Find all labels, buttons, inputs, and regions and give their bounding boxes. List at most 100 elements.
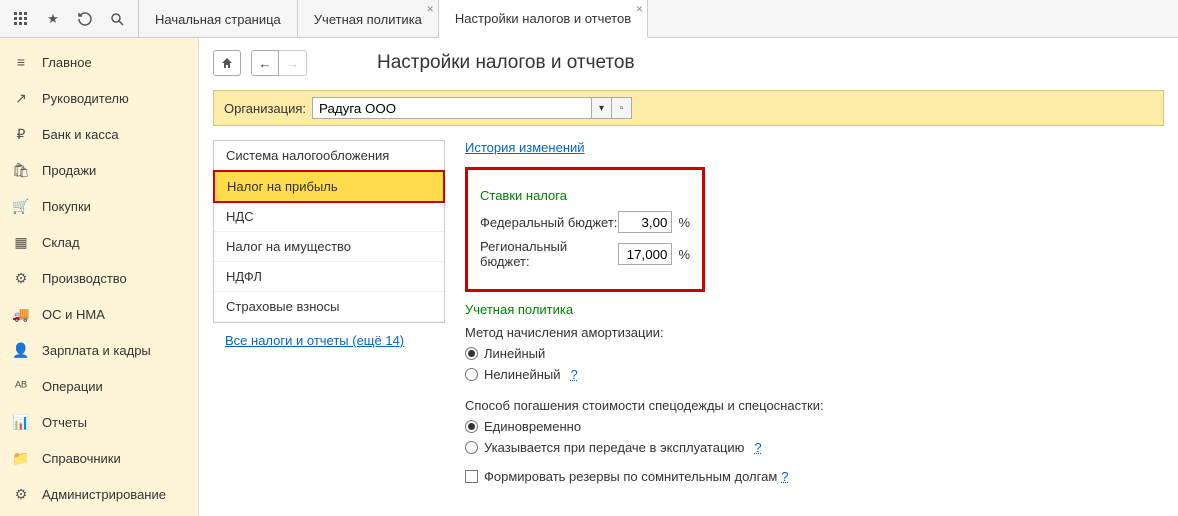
ops-icon: ᴬᴮ xyxy=(12,377,30,395)
top-bar: ★ Начальная страница Учетная политика ✕ Н… xyxy=(0,0,1178,38)
apps-icon[interactable] xyxy=(6,4,36,34)
percent-label: % xyxy=(678,247,690,262)
sidebar-item-label: Производство xyxy=(42,271,127,286)
org-select: ▾ ▫ xyxy=(312,97,632,119)
dropdown-button[interactable]: ▾ xyxy=(592,97,612,119)
tax-rates-box: Ставки налога Федеральный бюджет: % Реги… xyxy=(465,167,705,292)
radio-nonlinear[interactable] xyxy=(465,368,478,381)
tab-label: Настройки налогов и отчетов xyxy=(455,11,631,26)
nav-item-profit-tax[interactable]: Налог на прибыль xyxy=(213,170,445,203)
menu-icon: ≡ xyxy=(12,53,30,71)
report-icon: 📊 xyxy=(12,413,30,431)
radio-label: Указывается при передаче в эксплуатацию xyxy=(484,440,744,455)
sidebar: ≡Главное ↗Руководителю ₽ Банк и касса 🛍 Пр… xyxy=(0,38,199,516)
sidebar-item-label: Отчеты xyxy=(42,415,87,430)
help-icon[interactable]: ? xyxy=(754,440,761,455)
amort-label: Метод начисления амортизации: xyxy=(465,325,1164,340)
sidebar-item-operations[interactable]: ᴬᴮ Операции xyxy=(0,368,198,404)
grid-icon: ▦ xyxy=(12,233,30,251)
help-icon[interactable]: ? xyxy=(781,469,788,484)
help-icon[interactable]: ? xyxy=(571,367,578,382)
sidebar-item-label: Справочники xyxy=(42,451,121,466)
radio-linear[interactable] xyxy=(465,347,478,360)
percent-label: % xyxy=(678,215,690,230)
spec-transfer-row[interactable]: Указывается при передаче в эксплуатацию … xyxy=(465,440,1164,455)
sidebar-item-manager[interactable]: ↗Руководителю xyxy=(0,80,198,116)
sidebar-item-directories[interactable]: 📁 Справочники xyxy=(0,440,198,476)
sidebar-item-label: Операции xyxy=(42,379,103,394)
sidebar-item-purchases[interactable]: 🛒 Покупки xyxy=(0,188,198,224)
close-icon[interactable]: ✕ xyxy=(426,4,434,15)
radio-label: Единовременно xyxy=(484,419,581,434)
history-link[interactable]: История изменений xyxy=(465,140,585,155)
search-icon[interactable] xyxy=(102,4,132,34)
nav-item-ndfl[interactable]: НДФЛ xyxy=(214,262,444,292)
reserves-checkbox[interactable] xyxy=(465,470,478,483)
sidebar-item-reports[interactable]: 📊 Отчеты xyxy=(0,404,198,440)
all-taxes-link[interactable]: Все налоги и отчеты (ещё 14) xyxy=(213,323,445,358)
nav-menu-wrapper: Система налогообложения Налог на прибыль… xyxy=(213,140,445,484)
nav-item-vat[interactable]: НДС xyxy=(214,202,444,232)
sidebar-item-production[interactable]: ⚙Производство xyxy=(0,260,198,296)
federal-label: Федеральный бюджет: xyxy=(480,215,618,230)
bag-icon: 🛍 xyxy=(12,161,30,179)
forward-button[interactable]: → xyxy=(279,50,307,76)
sidebar-item-admin[interactable]: ⚙ Администрирование xyxy=(0,476,198,512)
checkbox-label: Формировать резервы по сомнительным долг… xyxy=(484,469,777,484)
regional-label: Региональный бюджет: xyxy=(480,239,618,269)
tab-tax-settings[interactable]: Настройки налогов и отчетов ✕ xyxy=(439,0,648,38)
sidebar-item-assets[interactable]: 🚚 ОС и НМА xyxy=(0,296,198,332)
top-toolbar: ★ xyxy=(0,0,139,37)
open-button[interactable]: ▫ xyxy=(612,97,632,119)
sidebar-item-sales[interactable]: 🛍 Продажи xyxy=(0,152,198,188)
gear-icon: ⚙ xyxy=(12,485,30,503)
tab-label: Учетная политика xyxy=(314,12,422,27)
sidebar-item-label: Руководителю xyxy=(42,91,129,106)
sidebar-item-label: Склад xyxy=(42,235,80,250)
amort-nonlinear-row[interactable]: Нелинейный ? xyxy=(465,367,1164,382)
federal-rate-row: Федеральный бюджет: % xyxy=(480,211,690,233)
main-layout: ≡Главное ↗Руководителю ₽ Банк и касса 🛍 Пр… xyxy=(0,38,1178,516)
tab-home[interactable]: Начальная страница xyxy=(139,0,298,38)
spec-once-row[interactable]: Единовременно xyxy=(465,419,1164,434)
amort-linear-row[interactable]: Линейный xyxy=(465,346,1164,361)
radio-transfer[interactable] xyxy=(465,441,478,454)
sidebar-item-hr[interactable]: 👤 Зарплата и кадры xyxy=(0,332,198,368)
cart-icon: 🛒 xyxy=(12,197,30,215)
truck-icon: 🚚 xyxy=(12,305,30,323)
reserves-row[interactable]: Формировать резервы по сомнительным долг… xyxy=(465,469,1164,484)
history-icon[interactable] xyxy=(70,4,100,34)
sidebar-item-label: Покупки xyxy=(42,199,91,214)
folder-icon: 📁 xyxy=(12,449,30,467)
sidebar-item-warehouse[interactable]: ▦ Склад xyxy=(0,224,198,260)
tab-bar: Начальная страница Учетная политика ✕ Нас… xyxy=(139,0,648,37)
nav-item-insurance[interactable]: Страховые взносы xyxy=(214,292,444,322)
sidebar-item-label: Зарплата и кадры xyxy=(42,343,151,358)
close-icon[interactable]: ✕ xyxy=(636,4,644,15)
rates-title: Ставки налога xyxy=(480,188,690,203)
sidebar-item-label: Продажи xyxy=(42,163,96,178)
content-body: Система налогообложения Налог на прибыль… xyxy=(213,140,1164,484)
content-area: ← → Настройки налогов и отчетов Организа… xyxy=(199,38,1178,516)
ruble-icon: ₽ xyxy=(12,125,30,143)
regional-rate-input[interactable] xyxy=(618,243,672,265)
nav-item-property-tax[interactable]: Налог на имущество xyxy=(214,232,444,262)
sidebar-item-label: ОС и НМА xyxy=(42,307,105,322)
radio-label: Нелинейный xyxy=(484,367,561,382)
tab-policy[interactable]: Учетная политика ✕ xyxy=(298,0,439,38)
home-button[interactable] xyxy=(213,50,241,76)
nav-item-tax-system[interactable]: Система налогообложения xyxy=(214,141,444,171)
person-icon: 👤 xyxy=(12,341,30,359)
star-icon[interactable]: ★ xyxy=(38,4,68,34)
org-input[interactable] xyxy=(312,97,592,119)
sidebar-item-main[interactable]: ≡Главное xyxy=(0,44,198,80)
org-label: Организация: xyxy=(224,101,306,116)
federal-rate-input[interactable] xyxy=(618,211,672,233)
content-header: ← → Настройки налогов и отчетов xyxy=(213,50,1164,76)
sidebar-item-label: Администрирование xyxy=(42,487,166,502)
sidebar-item-bank[interactable]: ₽ Банк и касса xyxy=(0,116,198,152)
policy-title: Учетная политика xyxy=(465,302,1164,317)
back-button[interactable]: ← xyxy=(251,50,279,76)
sidebar-item-label: Банк и касса xyxy=(42,127,119,142)
radio-once[interactable] xyxy=(465,420,478,433)
